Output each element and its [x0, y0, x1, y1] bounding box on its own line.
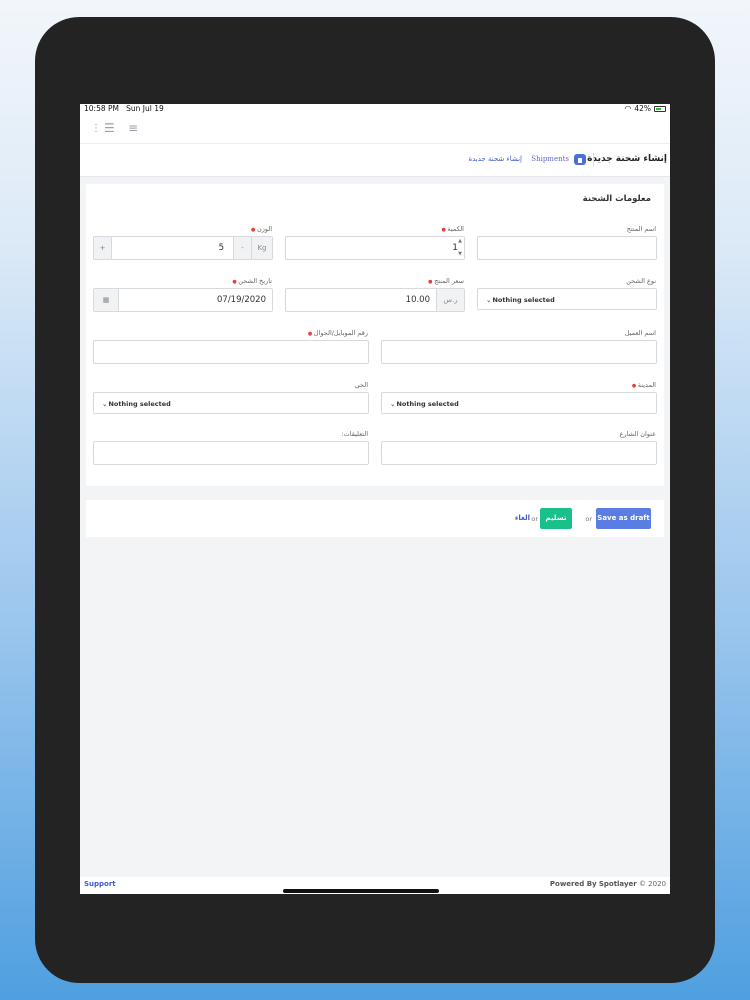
- city-value[interactable]: Nothing selected: [390, 400, 458, 408]
- support-link[interactable]: Support: [84, 880, 116, 888]
- stepper-down-icon[interactable]: ▼: [458, 251, 462, 257]
- home-icon[interactable]: [574, 154, 586, 165]
- weight-unit: Kg: [251, 237, 272, 259]
- status-date: Sun Jul 19: [126, 104, 164, 113]
- district-label: الحي: [354, 381, 368, 389]
- shipment-info-card: معلومات الشحنة اسم المنتج الكمية 1 ▲ ▼ ا…: [86, 184, 664, 486]
- district-select[interactable]: Nothing selected: [93, 392, 369, 414]
- save-draft-button[interactable]: Save as draft: [596, 508, 651, 529]
- city-select[interactable]: Nothing selected: [381, 392, 657, 414]
- quantity-value[interactable]: 1: [452, 243, 458, 253]
- city-label: المدينة: [632, 381, 656, 389]
- weight-value[interactable]: 5: [219, 243, 224, 253]
- form-actions: Save as draft or تسليم or الغاء: [86, 500, 664, 537]
- mobile-input[interactable]: [94, 341, 368, 363]
- mobile-field[interactable]: [93, 340, 369, 364]
- weight-minus-button[interactable]: -: [233, 237, 251, 259]
- district-value[interactable]: Nothing selected: [102, 400, 170, 408]
- shipping-date-label: تاريخ الشحن: [232, 277, 272, 285]
- battery-percent: 42%: [634, 104, 651, 113]
- product-price-field[interactable]: ر.س 10.00: [285, 288, 465, 312]
- cancel-link[interactable]: الغاء: [515, 514, 530, 522]
- weight-plus-button[interactable]: +: [94, 237, 112, 259]
- product-price-value[interactable]: 10.00: [406, 295, 430, 305]
- or-separator-2: or: [531, 515, 538, 523]
- kebab-menu-icon[interactable]: ⋮: [91, 123, 101, 134]
- home-indicator[interactable]: [283, 889, 439, 893]
- notes-field[interactable]: [93, 441, 369, 465]
- breadcrumb-shipments[interactable]: Shipments: [531, 155, 569, 163]
- product-price-label: سعر المنتج: [428, 277, 464, 285]
- powered-by-text: Powered By: [549, 880, 597, 888]
- menu-align-icon[interactable]: ≡: [128, 121, 138, 135]
- mobile-label: رقم الموبايل/الجوال: [308, 329, 368, 337]
- shipping-type-value[interactable]: Nothing selected: [486, 296, 554, 304]
- shipping-type-select[interactable]: Nothing selected: [477, 288, 657, 310]
- breadcrumb-current[interactable]: إنشاء شحنة جديدة: [468, 155, 522, 163]
- currency-addon: ر.س: [436, 289, 464, 311]
- shipping-date-field[interactable]: ▦ 07/19/2020: [93, 288, 273, 312]
- shipping-type-label: نوع الشحن: [626, 277, 656, 285]
- brand-name: Spotlayer: [598, 880, 637, 888]
- quantity-label: الكمية: [441, 225, 464, 233]
- section-title: معلومات الشحنة: [582, 194, 651, 204]
- customer-name-field[interactable]: [381, 340, 657, 364]
- title-divider: [593, 153, 594, 166]
- copyright: © 2020: [638, 880, 666, 888]
- battery-icon: [654, 105, 666, 112]
- product-name-field[interactable]: [477, 236, 657, 260]
- app-screen: 10:58 PM Sun Jul 19 ◠ 42% ⋮ ☰ ≡ إنشاء شح…: [80, 104, 670, 894]
- page-title: إنشاء شحنة جديدة: [587, 154, 667, 164]
- notes-label: التعليقات:: [341, 430, 368, 438]
- top-toolbar: ⋮ ☰ ≡: [80, 114, 670, 144]
- weight-field[interactable]: + 5 - Kg: [93, 236, 273, 260]
- shipping-date-value[interactable]: 07/19/2020: [217, 295, 266, 305]
- stepper-up-icon[interactable]: ▲: [458, 238, 462, 244]
- wifi-icon: ◠: [624, 104, 632, 113]
- product-name-input[interactable]: [478, 237, 656, 259]
- product-name-label: اسم المنتج: [626, 225, 656, 233]
- quantity-field[interactable]: 1 ▲ ▼: [285, 236, 465, 260]
- street-input[interactable]: [382, 442, 656, 464]
- street-label: عنوان الشارع: [619, 430, 656, 438]
- submit-button[interactable]: تسليم: [540, 508, 572, 529]
- status-time: 10:58 PM: [84, 104, 119, 113]
- page-header: إنشاء شحنة جديدة Shipments إنشاء شحنة جد…: [80, 144, 670, 177]
- status-bar: 10:58 PM Sun Jul 19 ◠ 42%: [80, 104, 670, 114]
- calendar-icon[interactable]: ▦: [94, 289, 119, 311]
- notes-input[interactable]: [94, 442, 368, 464]
- customer-name-label: اسم العميل: [624, 329, 656, 337]
- list-icon[interactable]: ☰: [104, 121, 115, 135]
- street-field[interactable]: [381, 441, 657, 465]
- customer-name-input[interactable]: [382, 341, 656, 363]
- or-separator: or: [585, 515, 592, 523]
- weight-label: الوزن: [251, 225, 272, 233]
